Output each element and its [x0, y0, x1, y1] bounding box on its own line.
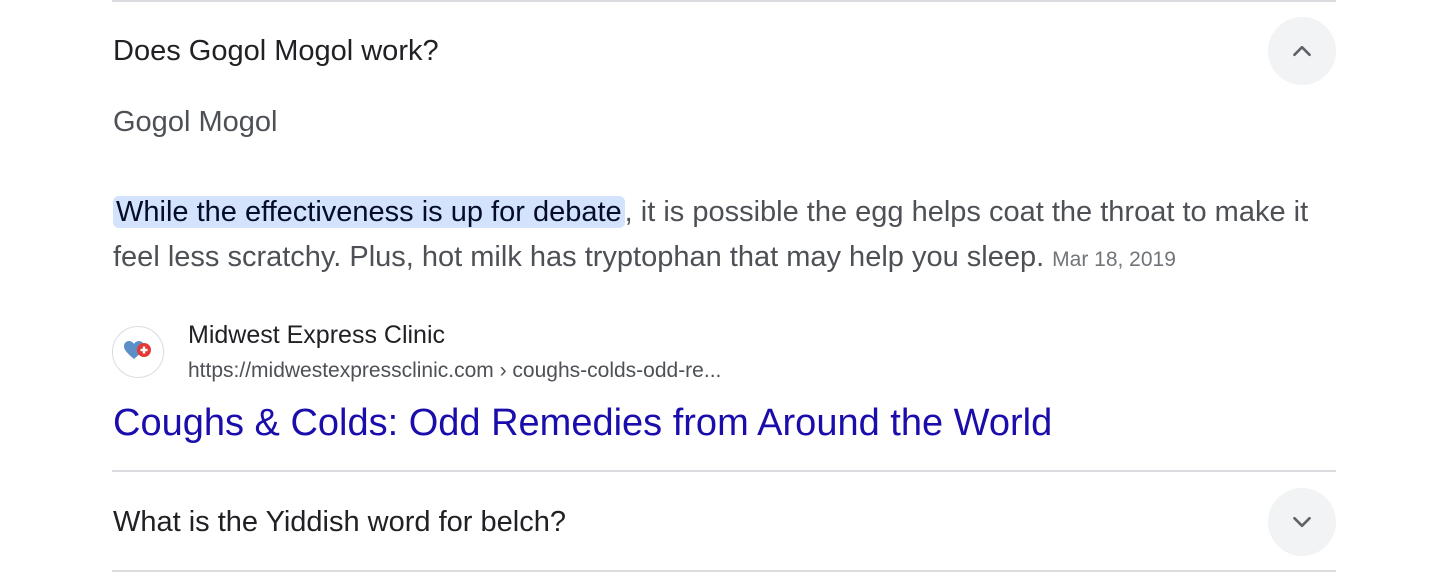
- expand-button[interactable]: [1268, 488, 1336, 556]
- faq-question-1[interactable]: Does Gogol Mogol work?: [113, 33, 439, 69]
- result-title-link[interactable]: Coughs & Colds: Odd Remedies from Around…: [113, 400, 1052, 446]
- answer-snippet: While the effectiveness is up for debate…: [113, 190, 1343, 282]
- chevron-up-icon: [1289, 38, 1315, 64]
- answer-highlight: While the effectiveness is up for debate: [113, 196, 625, 228]
- source-url[interactable]: https://midwestexpressclinic.com › cough…: [188, 357, 721, 385]
- source-site-name[interactable]: Midwest Express Clinic: [188, 319, 445, 351]
- top-divider: [112, 0, 1336, 2]
- item-divider: [112, 470, 1336, 472]
- bottom-divider: [112, 570, 1336, 572]
- answer-heading: Gogol Mogol: [113, 106, 278, 138]
- chevron-down-icon: [1289, 509, 1315, 535]
- answer-date: Mar 18, 2019: [1052, 248, 1176, 271]
- collapse-button[interactable]: [1268, 17, 1336, 85]
- faq-question-2[interactable]: What is the Yiddish word for belch?: [113, 504, 566, 540]
- heart-plus-icon: [123, 339, 153, 366]
- source-favicon[interactable]: [112, 326, 164, 378]
